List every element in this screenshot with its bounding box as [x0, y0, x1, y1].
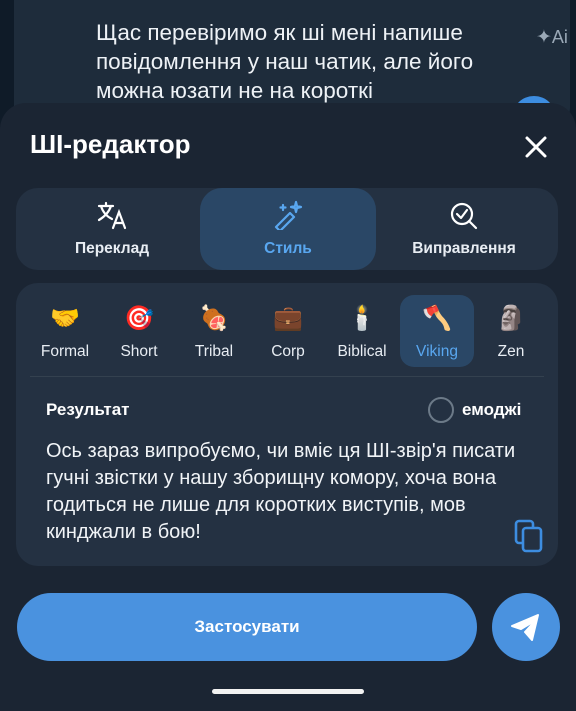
- axe-icon: 🪓: [422, 305, 452, 332]
- meat-icon: 🍖: [199, 305, 229, 332]
- style-label: Viking: [416, 343, 458, 360]
- apply-button-label: Застосувати: [194, 617, 300, 636]
- sheet-title: ШІ-редактор: [30, 129, 191, 159]
- style-tribal[interactable]: 🍖 Tribal: [177, 295, 251, 367]
- style-biblical[interactable]: 🕯️ Biblical: [325, 295, 399, 367]
- magic-wand-icon: [274, 200, 303, 230]
- emoji-toggle-label: емоджі: [462, 400, 522, 419]
- translate-icon: [97, 201, 127, 230]
- send-icon: [511, 614, 539, 641]
- briefcase-icon: 💼: [273, 305, 303, 332]
- result-text: Ось зараз випробуємо, чи вміє ця ШІ-звір…: [46, 440, 516, 543]
- ai-sparkle-icon[interactable]: ✦Ai: [536, 26, 568, 49]
- tab-style[interactable]: Стиль: [200, 188, 376, 270]
- tab-correction-label: Виправлення: [412, 240, 516, 257]
- apply-button[interactable]: Застосувати: [17, 593, 477, 661]
- tab-translate-label: Переклад: [74, 240, 150, 257]
- handshake-icon: 🤝: [50, 305, 80, 332]
- ai-editor-sheet: ШІ-редактор Переклад Стиль Виправлення 🤝…: [0, 103, 576, 711]
- tab-style-label: Стиль: [264, 240, 312, 257]
- style-label: Biblical: [337, 343, 387, 360]
- result-title: Результат: [46, 400, 130, 419]
- candle-icon: 🕯️: [347, 305, 377, 332]
- tab-translate[interactable]: Переклад: [24, 188, 200, 270]
- divider: [30, 376, 544, 377]
- background-message-text: Щас перевіримо як ші мені напише повідом…: [96, 20, 474, 103]
- mode-tabs: Переклад Стиль Виправлення: [16, 188, 558, 270]
- style-corp[interactable]: 💼 Corp: [251, 295, 325, 367]
- style-label: Tribal: [194, 343, 234, 360]
- home-indicator[interactable]: [212, 689, 364, 694]
- style-short[interactable]: 🎯 Short: [102, 295, 176, 367]
- style-label: Short: [120, 343, 158, 360]
- style-label: Corp: [271, 343, 305, 360]
- send-button[interactable]: [492, 593, 560, 661]
- emoji-radio[interactable]: [428, 397, 454, 423]
- style-label: Zen: [497, 343, 525, 360]
- spell-check-icon: [450, 202, 478, 230]
- tab-correction[interactable]: Виправлення: [376, 188, 552, 270]
- style-viking[interactable]: 🪓 Viking: [400, 295, 474, 367]
- style-zen[interactable]: 🗿 Zen: [474, 295, 548, 367]
- target-icon: 🎯: [124, 305, 154, 332]
- copy-icon[interactable]: [514, 519, 544, 553]
- style-formal[interactable]: 🤝 Formal: [28, 295, 102, 367]
- style-result-card: 🤝 Formal 🎯 Short 🍖 Tribal 💼 Corp 🕯️ Bibl…: [16, 283, 558, 566]
- style-label: Formal: [40, 343, 90, 360]
- moai-icon: 🗿: [496, 305, 526, 332]
- close-icon[interactable]: [520, 131, 552, 163]
